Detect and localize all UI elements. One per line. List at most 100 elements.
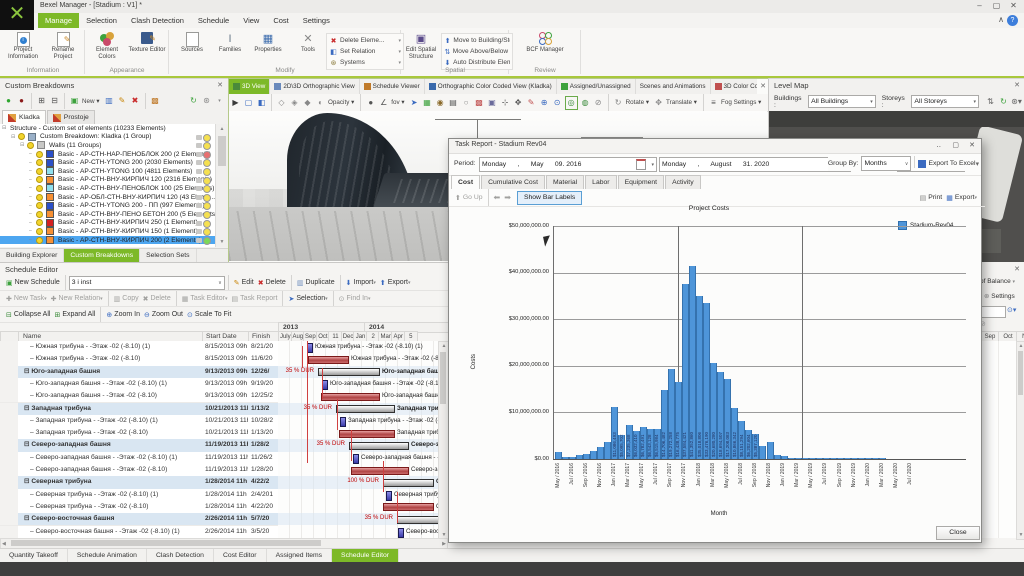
task-finish-cell[interactable]: 5/7/20 [248, 513, 278, 526]
task-name-cell[interactable]: – Северная трибуна - -Этаж -02 (-8.10) [18, 501, 212, 514]
tree-item[interactable]: –Basic - АР-СТН-ВНУ-ПЕНОБЛОК 100 (25 Ele… [0, 184, 216, 193]
cost-bar[interactable] [576, 455, 583, 459]
print-button[interactable]: ▤Print [920, 194, 943, 202]
levels-icon[interactable]: ⇅ [985, 96, 996, 108]
view-tab-schedule-viewer[interactable]: Schedule Viewer [360, 79, 425, 94]
close-schedule-icon[interactable]: ✕ [1014, 265, 1020, 273]
find-icon[interactable]: ⊙▾ [1007, 306, 1016, 314]
zoom-in-button[interactable]: ⊕Zoom In [106, 311, 140, 319]
first-person-button[interactable]: ➤ [409, 97, 420, 109]
new-schedule-button[interactable]: ▣New Schedule [6, 279, 60, 287]
view-tab-orthographic-color-coded-view-kladka[interactable]: Orthographic Color Coded View (Kladka) [425, 79, 557, 94]
refresh-icon[interactable]: ↻ [188, 95, 199, 107]
view-tab-scenes-and-animations[interactable]: Scenes and Animations [636, 79, 711, 94]
view-tab-assigned-unassigned[interactable]: Assigned/Unassigned [557, 79, 636, 94]
gantt-task-bar[interactable] [321, 393, 380, 401]
new-breakdown-button[interactable]: ▣New ▾ [69, 95, 102, 107]
bottom-tab-quantity-takeoff[interactable]: Quantity Takeoff [0, 549, 68, 563]
cost-bar[interactable] [759, 446, 766, 459]
export-to-excel-button[interactable]: Export To Excel▾ [918, 160, 979, 168]
balance-status-icon[interactable] [203, 237, 211, 245]
task-name-cell[interactable]: ⊟ Северная трибуна [18, 476, 206, 489]
task-finish-cell[interactable]: 1/13/2 [248, 403, 278, 416]
zoom-button[interactable]: ⊙ [552, 97, 563, 109]
pivot-button[interactable]: ⊹ [500, 97, 511, 109]
panel-tab-custom-breakdowns[interactable]: Custom Breakdowns [64, 249, 140, 263]
delete-breakdown-button[interactable]: ✖ [130, 95, 141, 107]
cost-bar[interactable] [767, 442, 774, 459]
expand-collapse-icon[interactable]: ⊟ [2, 125, 8, 131]
task-start-cell[interactable]: 2/26/2014 11h [202, 526, 249, 539]
select-arrow-button[interactable]: ▶ [230, 97, 241, 109]
task-name-cell[interactable]: – Северо-западная башня - -Этаж -02 (-8.… [18, 452, 212, 465]
cost-bar[interactable] [872, 458, 879, 459]
tree-item[interactable]: –Basic - АР-СТН-YTONG 100 (4811 Elements… [0, 167, 216, 176]
buildings-select[interactable]: All Buildings▾ [808, 95, 876, 108]
gantt-summary-bar[interactable] [383, 479, 434, 487]
task-start-cell[interactable]: 1/28/2014 11h [202, 501, 249, 514]
ribbon-tab-manage[interactable]: Manage [38, 13, 79, 28]
gantt-milestone-bar[interactable] [353, 454, 359, 464]
gantt-chart[interactable]: Южная трибуна - -Этаж -02 (-8.10) (1)Южн… [278, 341, 448, 538]
bottom-tab-cost-editor[interactable]: Cost Editor [214, 549, 267, 563]
ribbon-tab-selection[interactable]: Selection [79, 13, 124, 28]
hidden-elements-button[interactable]: ● [16, 95, 27, 107]
gantt-summary-bar[interactable] [336, 405, 395, 413]
ribbon-tab-clash-detection[interactable]: Clash Detection [124, 13, 191, 28]
hide-button[interactable]: ◈ [289, 97, 300, 109]
move-to-building-storey-button[interactable]: ⬆Move to Building/Storey [444, 35, 510, 46]
period-start-datepicker[interactable]: Monday , May 09. 2016 ▾ [479, 157, 657, 172]
maximize-button[interactable]: ▢ [988, 0, 1005, 12]
rename-project-button[interactable]: ✎ Rename Project [43, 32, 83, 66]
edit-breakdown-button[interactable]: ✎ [117, 95, 128, 107]
task-editor-button[interactable]: ▦Task Editor ▾ [182, 295, 228, 303]
task-finish-cell[interactable]: 8/21/20 [248, 341, 278, 354]
opacity-button[interactable]: ◐Opacity ▾ [315, 97, 356, 109]
go-up-button[interactable]: ⬆Go Up [455, 194, 483, 202]
tree-item[interactable]: –Basic - АР-СТН-НАР-ПЕНОБЛОК 200 (2 Elem… [0, 150, 216, 159]
gantt-task-bar[interactable] [339, 430, 395, 438]
task-name-cell[interactable]: – Западная трибуна - -Этаж -02 (-8.10) [18, 427, 212, 440]
search-button[interactable]: ⊘ [593, 97, 604, 109]
gear-icon[interactable]: ⊛ [201, 95, 212, 107]
isolate-button[interactable]: ◇ [276, 97, 287, 109]
help-icon[interactable]: ? [1007, 15, 1018, 26]
ribbon-tab-view[interactable]: View [236, 13, 266, 28]
cost-bar[interactable] [590, 451, 597, 459]
task-start-cell[interactable]: 11/19/2013 11h [202, 464, 249, 477]
cost-bar[interactable] [689, 266, 696, 459]
gantt-milestone-bar[interactable] [386, 491, 392, 501]
ribbon-tab-settings[interactable]: Settings [296, 13, 337, 28]
camera-button[interactable]: ▤ [448, 97, 459, 109]
cost-bar[interactable] [844, 458, 851, 459]
group-by-select[interactable]: Months∨ [861, 156, 911, 171]
tree-item[interactable]: –Basic - АР-СТН-ВНУ-КИРПИЧ 200 (2 Elemen… [0, 236, 216, 245]
cost-bar[interactable] [795, 458, 802, 459]
cost-bar[interactable] [788, 458, 795, 459]
fog-settings-button[interactable]: ≡Fog Settings ▾ [708, 97, 763, 109]
more-icon[interactable]: ▾ [214, 95, 225, 107]
paint-button[interactable]: ✎ [526, 97, 537, 109]
close-button[interactable]: ✕ [1005, 0, 1022, 12]
tree-item[interactable]: –Basic - АР-СТН-ВНУ-ПЕНО БЕТОН 200 (5 El… [0, 210, 216, 219]
gantt-summary-bar[interactable] [349, 442, 409, 450]
show-bar-labels-button[interactable]: Show Bar Labels [517, 191, 582, 205]
zoom-out-button[interactable]: ⊖Zoom Out [144, 311, 183, 319]
back-icon[interactable]: ⬅ [494, 193, 501, 202]
task-finish-cell[interactable]: 1/28/20 [248, 464, 278, 477]
cost-bar[interactable] [555, 452, 562, 459]
tree-item[interactable]: –Basic - АР-СТН-YTONG 200 (2030 Elements… [0, 158, 216, 167]
task-start-cell[interactable]: 9/13/2013 09h [202, 390, 249, 403]
cost-bar[interactable] [569, 457, 576, 459]
close-level-map-icon[interactable]: ✕ [1014, 81, 1020, 89]
families-button[interactable]: I Families [210, 32, 250, 66]
task-name-cell[interactable]: – Юго-западная башня - -Этаж -02 (-8.10)… [18, 378, 212, 391]
show-all-button[interactable]: ◆ [302, 97, 313, 109]
view-tab-3d-view[interactable]: 3D View [229, 79, 270, 94]
cost-bar[interactable] [583, 454, 590, 459]
duplicate-button[interactable]: ▥Duplicate [297, 279, 335, 287]
find-in-button[interactable]: ⊙Find In ▾ [339, 295, 371, 303]
tree-item[interactable]: –Basic - АР-СТН-ВНУ-КИРПИЧ 250 (1 Elemen… [0, 219, 216, 228]
selection-highlight-button[interactable]: ◎ [565, 96, 578, 110]
cost-bar[interactable] [562, 457, 569, 459]
